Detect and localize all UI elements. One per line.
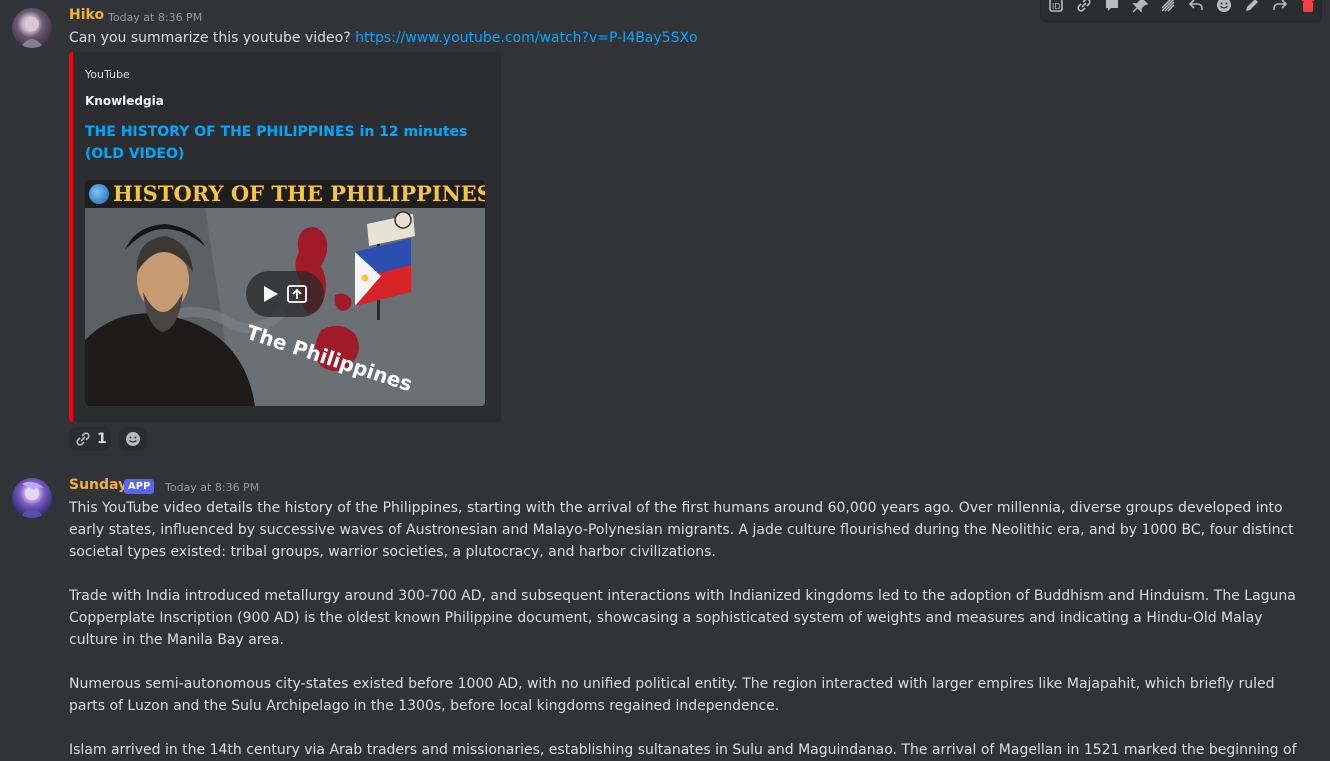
youtube-embed: YouTube Knowledgia THE HISTORY OF THE PH… <box>69 52 501 422</box>
avatar[interactable] <box>12 8 52 48</box>
add-reaction-icon <box>125 431 141 455</box>
open-external-icon[interactable] <box>287 285 307 303</box>
timestamp: Today at 8:36 PM <box>108 11 203 24</box>
message-content: Can you summarize this youtube video? ht… <box>69 27 698 49</box>
add-reaction-button[interactable] <box>119 427 147 451</box>
video-thumbnail[interactable]: The Philippines HISTORY OF THE PHILIPPIN… <box>85 180 485 406</box>
video-link[interactable]: https://www.youtube.com/watch?v=P-I4Bay5… <box>355 30 698 46</box>
embed-author[interactable]: Knowledgia <box>85 94 164 108</box>
message-paragraph: This YouTube video details the history o… <box>69 500 1294 560</box>
embed-provider[interactable]: YouTube <box>85 68 130 81</box>
message-hiko: Hiko Today at 8:36 PM Can you summarize … <box>0 0 1330 460</box>
username[interactable]: Sunday <box>69 477 127 493</box>
thumbnail-banner: HISTORY OF THE PHILIPPINES <box>85 180 485 208</box>
embed-title[interactable]: THE HISTORY OF THE PHILIPPINES in 12 min… <box>85 121 485 165</box>
app-badge: APP <box>124 479 155 494</box>
username[interactable]: Hiko <box>69 7 104 23</box>
globe-icon <box>89 184 109 204</box>
avatar[interactable] <box>12 478 52 518</box>
message-paragraph: Numerous semi-autonomous city-states exi… <box>69 676 1275 714</box>
link-icon <box>75 431 91 455</box>
reaction-link[interactable]: 1 <box>69 427 111 451</box>
play-icon[interactable] <box>264 286 278 302</box>
message-text: Can you summarize this youtube video? <box>69 30 356 46</box>
play-overlay[interactable] <box>246 271 324 317</box>
message-paragraph: Islam arrived in the 14th century via Ar… <box>69 742 1297 758</box>
message-sunday: Sunday APP Today at 8:36 PM This YouTube… <box>0 470 1330 758</box>
message-paragraph: Trade with India introduced metallurgy a… <box>69 588 1296 648</box>
timestamp: Today at 8:36 PM <box>165 481 260 494</box>
reaction-count: 1 <box>97 431 107 447</box>
